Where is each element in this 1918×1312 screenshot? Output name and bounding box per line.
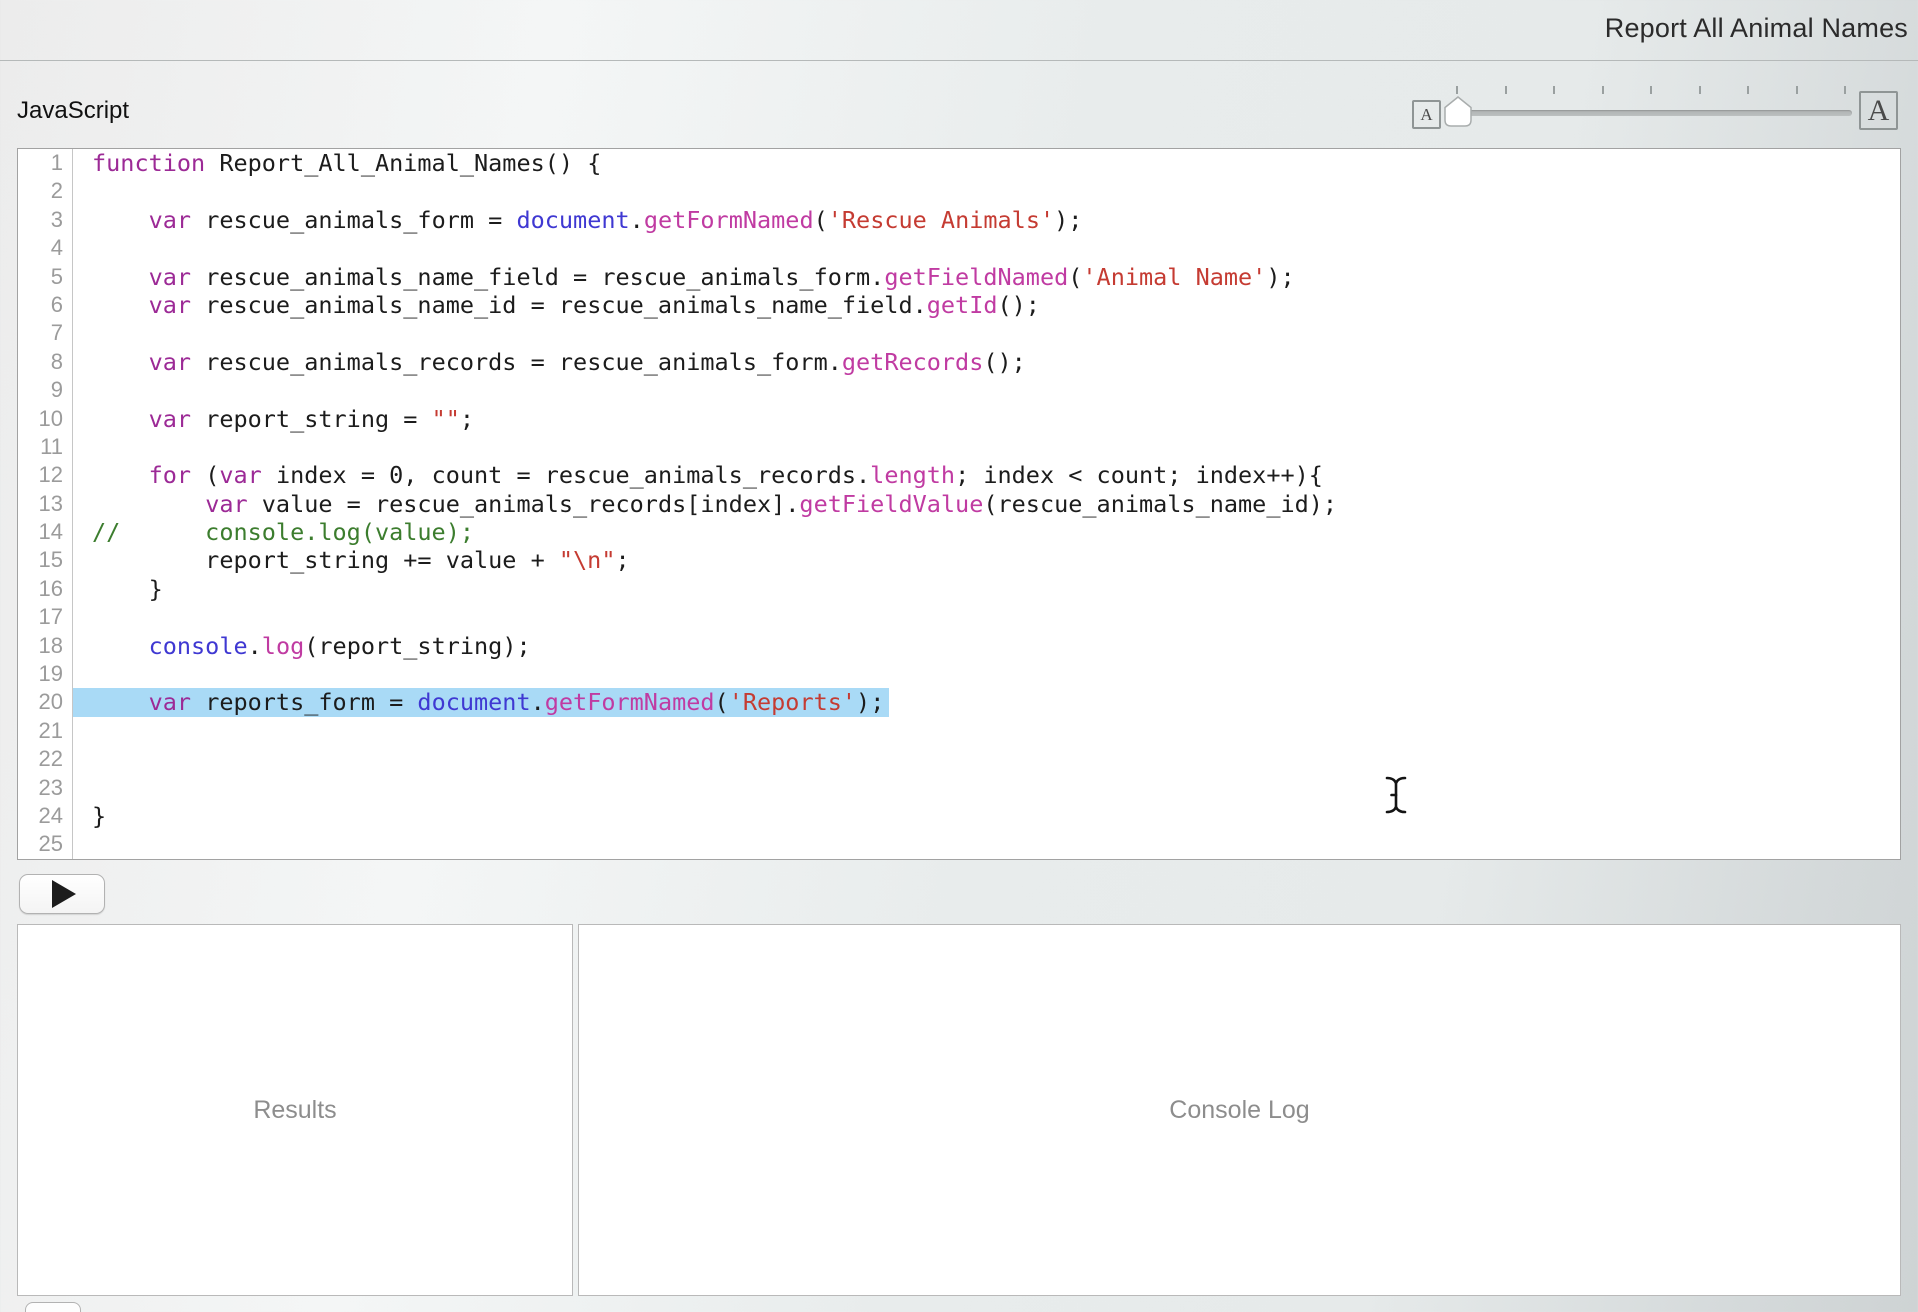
code-line: [92, 717, 1900, 745]
results-label: Results: [253, 1096, 336, 1125]
line-number: 13: [18, 490, 72, 518]
line-number: 22: [18, 745, 72, 773]
code-lines[interactable]: function Report_All_Animal_Names() { var…: [73, 149, 1900, 859]
line-number: 21: [18, 717, 72, 745]
code-line: var rescue_animals_records = rescue_anim…: [92, 348, 1900, 376]
selected-line-highlight: var reports_form = document.getFormNamed…: [73, 688, 889, 716]
results-panel[interactable]: Results: [17, 924, 573, 1296]
line-number: 12: [18, 461, 72, 489]
line-number: 19: [18, 660, 72, 688]
line-number: 11: [18, 433, 72, 461]
line-number: 4: [18, 234, 72, 262]
line-number: 24: [18, 802, 72, 830]
code-line: [92, 745, 1900, 773]
language-label: JavaScript: [17, 97, 129, 125]
code-line: var report_string = "";: [92, 405, 1900, 433]
code-line: }: [92, 802, 1900, 830]
code-line: [92, 603, 1900, 631]
line-number: 14: [18, 518, 72, 546]
console-log-panel[interactable]: Console Log: [578, 924, 1901, 1296]
slider-thumb[interactable]: [1444, 96, 1472, 127]
line-number: 25: [18, 830, 72, 858]
line-number: 23: [18, 774, 72, 802]
line-number: 1: [18, 149, 72, 177]
slider-tick: [1553, 86, 1555, 94]
line-number: 7: [18, 319, 72, 347]
slider-tick: [1505, 86, 1507, 94]
line-number: 15: [18, 546, 72, 574]
line-number: 2: [18, 177, 72, 205]
i-beam-cursor-icon: [1383, 775, 1409, 815]
line-number-gutter: 1234567891011121314151617181920212223242…: [18, 149, 73, 859]
code-line: [92, 234, 1900, 262]
code-line: [92, 433, 1900, 461]
code-line: for (var index = 0, count = rescue_anima…: [92, 461, 1900, 489]
slider-tick: [1699, 86, 1701, 94]
font-size-increase-button[interactable]: A: [1859, 91, 1898, 130]
code-line: console.log(report_string);: [92, 632, 1900, 660]
font-size-slider[interactable]: [1458, 110, 1852, 116]
code-line: var rescue_animals_form = document.getFo…: [92, 206, 1900, 234]
line-number: 6: [18, 291, 72, 319]
line-number: 16: [18, 575, 72, 603]
code-line: var rescue_animals_name_id = rescue_anim…: [92, 291, 1900, 319]
slider-tick: [1650, 86, 1652, 94]
window-title: Report All Animal Names: [1605, 13, 1908, 44]
line-number: 17: [18, 603, 72, 631]
line-number: 5: [18, 263, 72, 291]
letter-a-small-icon: A: [1420, 105, 1432, 125]
code-line: [92, 774, 1900, 802]
slider-tick: [1844, 86, 1846, 94]
console-log-label: Console Log: [1169, 1096, 1309, 1125]
code-line: var value = rescue_animals_records[index…: [92, 490, 1900, 518]
code-line: [92, 830, 1900, 858]
line-number: 8: [18, 348, 72, 376]
slider-tick: [1747, 86, 1749, 94]
slider-tick: [1456, 86, 1458, 94]
line-number: 9: [18, 376, 72, 404]
code-line: function Report_All_Animal_Names() {: [92, 149, 1900, 177]
run-script-button[interactable]: [19, 874, 105, 914]
slider-tick: [1796, 86, 1798, 94]
slider-tick: [1602, 86, 1604, 94]
line-number: 10: [18, 405, 72, 433]
titlebar: Report All Animal Names: [0, 0, 1918, 61]
bottom-clipped-button[interactable]: [25, 1302, 81, 1312]
font-size-decrease-button[interactable]: A: [1412, 100, 1441, 129]
code-line: }: [92, 575, 1900, 603]
slider-ticks: [1456, 86, 1846, 94]
letter-a-large-icon: A: [1868, 94, 1890, 128]
line-number: 3: [18, 206, 72, 234]
line-number: 20: [18, 688, 72, 716]
play-icon: [52, 880, 76, 908]
code-line: [92, 177, 1900, 205]
code-line: [92, 660, 1900, 688]
code-line: // console.log(value);: [92, 518, 1900, 546]
line-number: 18: [18, 632, 72, 660]
code-editor[interactable]: 1234567891011121314151617181920212223242…: [17, 148, 1901, 860]
code-line: [92, 376, 1900, 404]
code-line: report_string += value + "\n";: [92, 546, 1900, 574]
code-line: var rescue_animals_name_field = rescue_a…: [92, 263, 1900, 291]
code-line: var reports_form = document.getFormNamed…: [92, 688, 1900, 716]
code-line: [92, 319, 1900, 347]
